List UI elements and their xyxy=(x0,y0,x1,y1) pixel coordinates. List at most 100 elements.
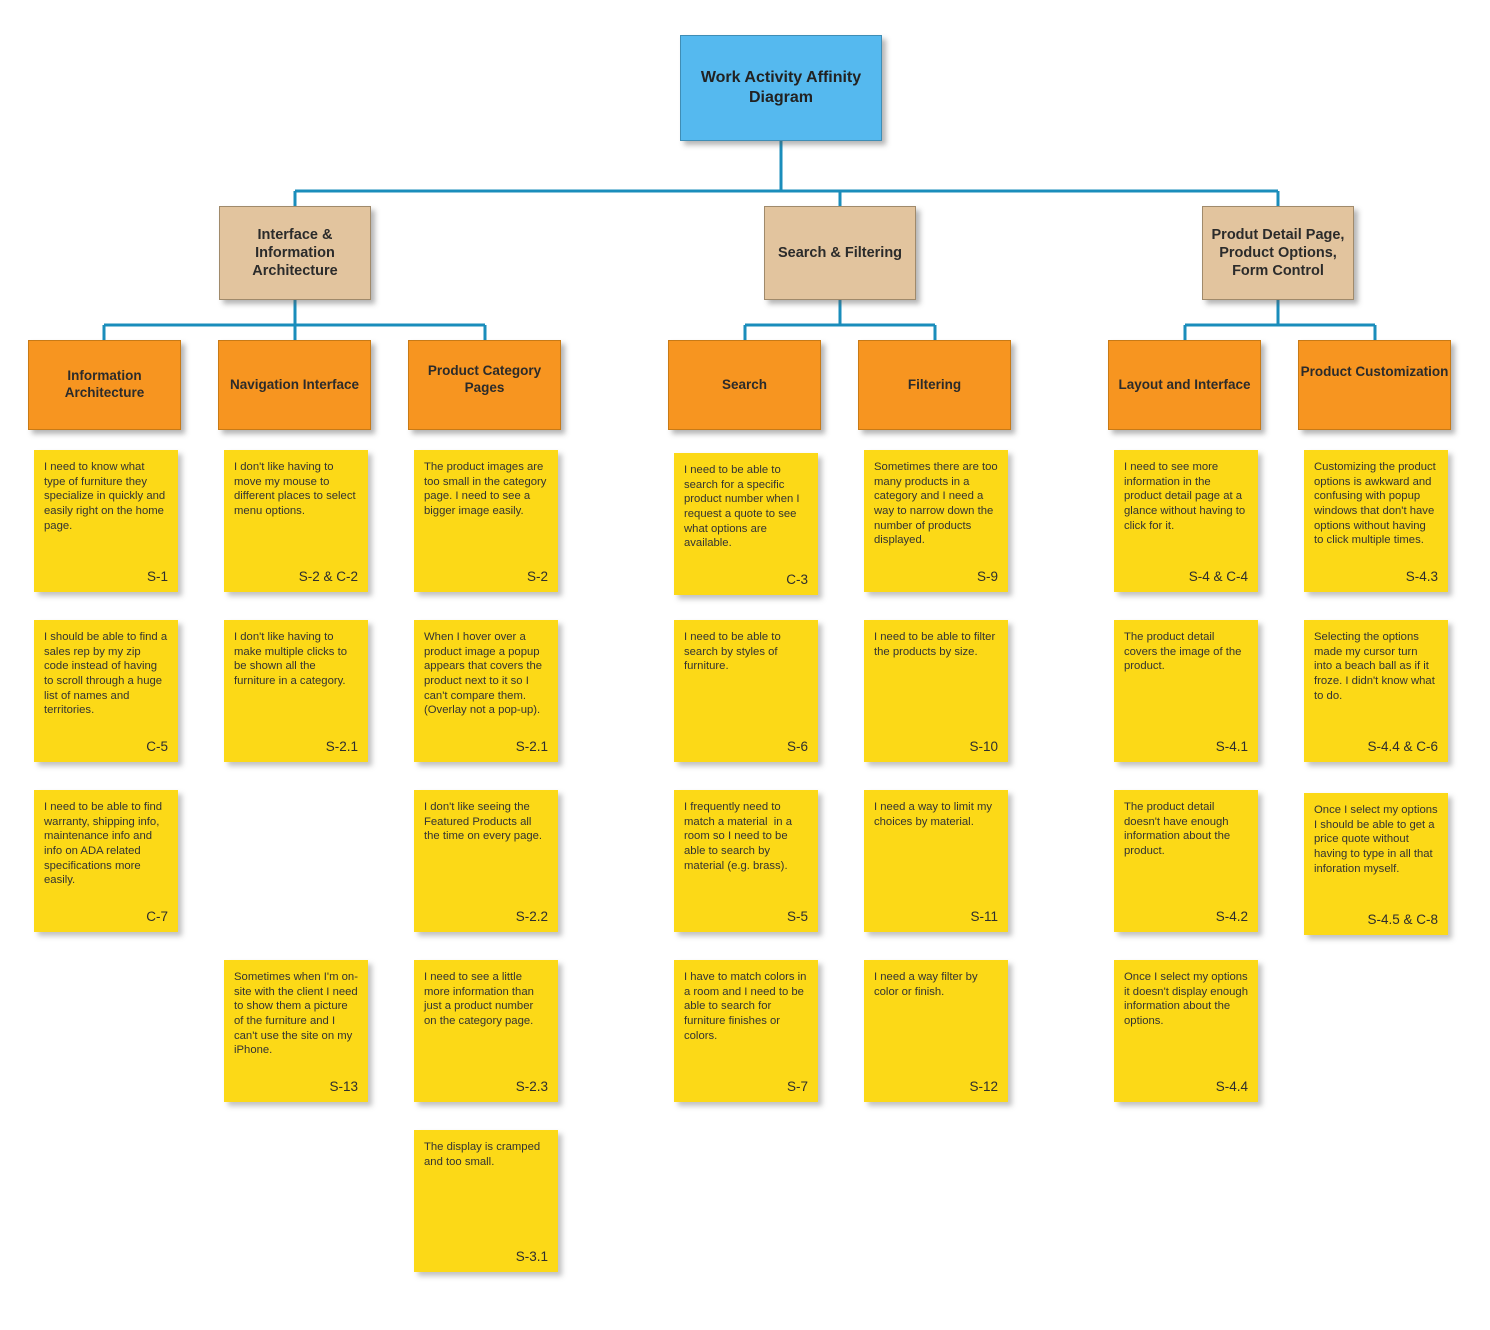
sticky-note[interactable]: I need to be able to find warranty, ship… xyxy=(34,790,178,932)
category-node-label: Search xyxy=(721,376,768,392)
theme-node-interface-information-architecture[interactable]: Interface & Information Architecture xyxy=(219,206,371,300)
sticky-note[interactable]: I don't like having to make multiple cli… xyxy=(224,620,368,762)
sticky-note-text: I should be able to find a sales rep by … xyxy=(44,631,171,717)
sticky-note-text: Selecting the options made my cursor tur… xyxy=(1314,631,1438,702)
sticky-note-code: S-2.1 xyxy=(325,739,358,754)
sticky-note[interactable]: I need to be able to search by styles of… xyxy=(674,620,818,762)
sticky-note-text: Sometimes when I'm on-site with the clie… xyxy=(234,971,361,1057)
sticky-note-code: S-7 xyxy=(786,1079,808,1094)
sticky-note-text: I have to match colors in a room and I n… xyxy=(684,971,810,1042)
sticky-note[interactable]: I should be able to find a sales rep by … xyxy=(34,620,178,762)
sticky-note[interactable]: When I hover over a product image a popu… xyxy=(414,620,558,762)
sticky-note[interactable]: I need to know what type of furniture th… xyxy=(34,450,178,592)
category-node-filtering[interactable]: Filtering xyxy=(858,340,1011,430)
sticky-note-code: S-12 xyxy=(969,1079,998,1094)
sticky-note-text: I need a way filter by color or finish. xyxy=(874,971,981,998)
sticky-note[interactable]: I need to see a little more information … xyxy=(414,960,558,1102)
sticky-note-code: C-5 xyxy=(146,739,168,754)
sticky-note-code: S-4.3 xyxy=(1405,569,1438,584)
sticky-note-code: S-1 xyxy=(146,569,168,584)
sticky-note[interactable]: I need a way to limit my choices by mate… xyxy=(864,790,1008,932)
sticky-note-code: S-4.2 xyxy=(1215,909,1248,924)
sticky-note-text: The product detail covers the image of t… xyxy=(1124,631,1245,673)
sticky-note[interactable]: I need to be able to search for a specif… xyxy=(674,453,818,595)
category-node-label: Product Category Pages xyxy=(427,363,542,395)
sticky-note-code: C-3 xyxy=(786,572,808,587)
category-node-product-customization[interactable]: Product Customization xyxy=(1298,340,1451,430)
sticky-note[interactable]: I frequently need to match a material in… xyxy=(674,790,818,932)
sticky-note-text: I need to be able to filter the products… xyxy=(874,631,999,658)
sticky-note[interactable]: Customizing the product options is awkwa… xyxy=(1304,450,1448,592)
sticky-note-code: S-2.3 xyxy=(515,1079,548,1094)
sticky-note-text: The product images are too small in the … xyxy=(424,461,550,518)
sticky-note-text: I need to see more information in the pr… xyxy=(1124,461,1249,532)
category-node-layout-and-interface[interactable]: Layout and Interface xyxy=(1108,340,1261,430)
sticky-note-code: S-2.2 xyxy=(515,909,548,924)
sticky-note[interactable]: I don't like seeing the Featured Product… xyxy=(414,790,558,932)
sticky-note-text: When I hover over a product image a popu… xyxy=(424,631,546,717)
sticky-note-text: I don't like having to make multiple cli… xyxy=(234,631,351,688)
sticky-note-text: I need to know what type of furniture th… xyxy=(44,461,169,532)
sticky-note-code: S-5 xyxy=(786,909,808,924)
sticky-note[interactable]: Sometimes when I'm on-site with the clie… xyxy=(224,960,368,1102)
sticky-note-code: S-4.4 & C-6 xyxy=(1367,739,1438,754)
theme-node-product-detail-page[interactable]: Produt Detail Page, Product Options, For… xyxy=(1202,206,1354,300)
sticky-note-text: The display is cramped and too small. xyxy=(424,1141,544,1168)
theme-node-label: Interface & Information Architecture xyxy=(252,226,338,280)
sticky-note[interactable]: I have to match colors in a room and I n… xyxy=(674,960,818,1102)
root-node-work-activity-affinity-diagram[interactable]: Work Activity Affinity Diagram xyxy=(680,35,882,141)
sticky-note-code: S-4.1 xyxy=(1215,739,1248,754)
sticky-note-code: S-4.5 & C-8 xyxy=(1367,912,1438,927)
affinity-diagram-canvas: Work Activity Affinity Diagram Interface… xyxy=(0,0,1490,1330)
sticky-note[interactable]: Sometimes there are too many products in… xyxy=(864,450,1008,592)
sticky-note-text: I need to be able to search by styles of… xyxy=(684,631,784,673)
sticky-note-code: C-7 xyxy=(146,909,168,924)
sticky-note[interactable]: The product images are too small in the … xyxy=(414,450,558,592)
category-node-label: Information Architecture xyxy=(64,368,145,400)
sticky-note[interactable]: I need to be able to filter the products… xyxy=(864,620,1008,762)
sticky-note-code: S-4.4 xyxy=(1215,1079,1248,1094)
sticky-note[interactable]: I don't like having to move my mouse to … xyxy=(224,450,368,592)
sticky-note[interactable]: The display is cramped and too small. S-… xyxy=(414,1130,558,1272)
sticky-note-code: S-4 & C-4 xyxy=(1188,569,1248,584)
sticky-note[interactable]: The product detail covers the image of t… xyxy=(1114,620,1258,762)
theme-node-label: Produt Detail Page, Product Options, For… xyxy=(1211,226,1345,280)
theme-node-label: Search & Filtering xyxy=(777,244,903,261)
category-node-navigation-interface[interactable]: Navigation Interface xyxy=(218,340,371,430)
root-node-label: Work Activity Affinity Diagram xyxy=(700,69,862,106)
sticky-note[interactable]: Selecting the options made my cursor tur… xyxy=(1304,620,1448,762)
sticky-note-text: I don't like having to move my mouse to … xyxy=(234,461,359,518)
sticky-note-code: S-13 xyxy=(329,1079,358,1094)
sticky-note-code: S-11 xyxy=(970,909,998,924)
sticky-note-text: I don't like seeing the Featured Product… xyxy=(424,801,543,843)
sticky-note-code: S-3.1 xyxy=(515,1249,548,1264)
sticky-note-text: I need to see a little more information … xyxy=(424,971,538,1028)
sticky-note-text: I need to be able to search for a specif… xyxy=(684,464,803,550)
category-node-label: Navigation Interface xyxy=(229,376,360,392)
sticky-note[interactable]: The product detail doesn't have enough i… xyxy=(1114,790,1258,932)
sticky-note[interactable]: I need to see more information in the pr… xyxy=(1114,450,1258,592)
sticky-note-text: Customizing the product options is awkwa… xyxy=(1314,461,1439,547)
sticky-note-code: S-10 xyxy=(969,739,998,754)
sticky-note-text: The product detail doesn't have enough i… xyxy=(1124,801,1234,858)
sticky-note[interactable]: I need a way filter by color or finish. … xyxy=(864,960,1008,1102)
sticky-note-text: Once I select my options I should be abl… xyxy=(1314,804,1441,875)
category-node-label: Product Customization xyxy=(1300,364,1449,379)
category-node-product-category-pages[interactable]: Product Category Pages xyxy=(408,340,561,430)
sticky-note[interactable]: Once I select my options it doesn't disp… xyxy=(1114,960,1258,1102)
sticky-note-code: S-2 & C-2 xyxy=(298,569,358,584)
sticky-note[interactable]: Once I select my options I should be abl… xyxy=(1304,793,1448,935)
sticky-note-text: Once I select my options it doesn't disp… xyxy=(1124,971,1252,1028)
sticky-note-code: S-6 xyxy=(786,739,808,754)
sticky-note-text: I need a way to limit my choices by mate… xyxy=(874,801,996,828)
category-node-label: Filtering xyxy=(907,376,962,392)
category-node-search[interactable]: Search xyxy=(668,340,821,430)
sticky-note-text: I need to be able to find warranty, ship… xyxy=(44,801,166,887)
sticky-note-code: S-9 xyxy=(976,569,998,584)
theme-node-search-filtering[interactable]: Search & Filtering xyxy=(764,206,916,300)
sticky-note-code: S-2 xyxy=(526,569,548,584)
sticky-note-code: S-2.1 xyxy=(515,739,548,754)
category-node-information-architecture[interactable]: Information Architecture xyxy=(28,340,181,430)
category-node-label: Layout and Interface xyxy=(1118,376,1251,392)
sticky-note-text: Sometimes there are too many products in… xyxy=(874,461,1001,547)
